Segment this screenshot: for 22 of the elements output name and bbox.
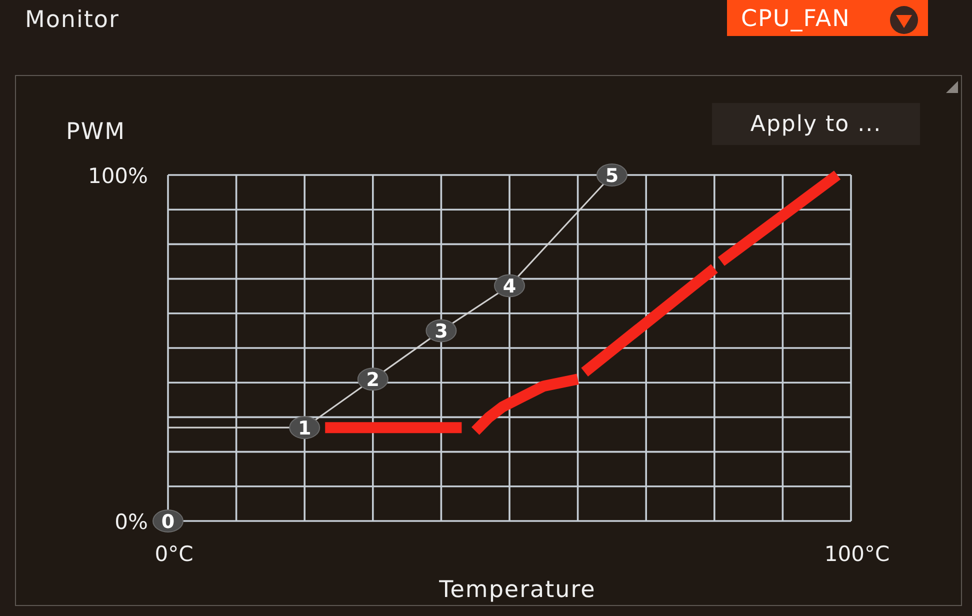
corner-triangle-icon	[946, 81, 958, 93]
y-axis-tick-label: 100%	[88, 164, 148, 188]
curve-point-handle[interactable]: 4	[494, 274, 525, 298]
curve-point-handle[interactable]: 2	[357, 368, 388, 392]
curve-point-handle[interactable]: 1	[289, 416, 320, 440]
curve-point-handle[interactable]: 3	[426, 319, 457, 343]
caret-icon	[890, 6, 918, 34]
x-axis-tick-label: 100°C	[824, 542, 890, 566]
curve-point-handle[interactable]: 5	[596, 164, 628, 187]
apply-to-button[interactable]: Apply to ...	[712, 103, 920, 145]
annotation: 1	[298, 418, 312, 440]
annotation: 4	[502, 276, 516, 298]
y-axis-title: PWM	[66, 119, 126, 145]
annotation: 0	[161, 511, 175, 533]
annotation: 5	[605, 165, 619, 187]
x-axis-title: Temperature	[439, 577, 596, 603]
section-title: Monitor	[25, 6, 120, 34]
y-axis-tick-label: 0%	[114, 510, 148, 534]
x-axis-tick-label: 0°C	[154, 542, 194, 566]
annotation: 3	[434, 320, 448, 343]
annotation: 2	[366, 369, 380, 392]
curve-point-handle[interactable]: 0	[152, 510, 184, 533]
